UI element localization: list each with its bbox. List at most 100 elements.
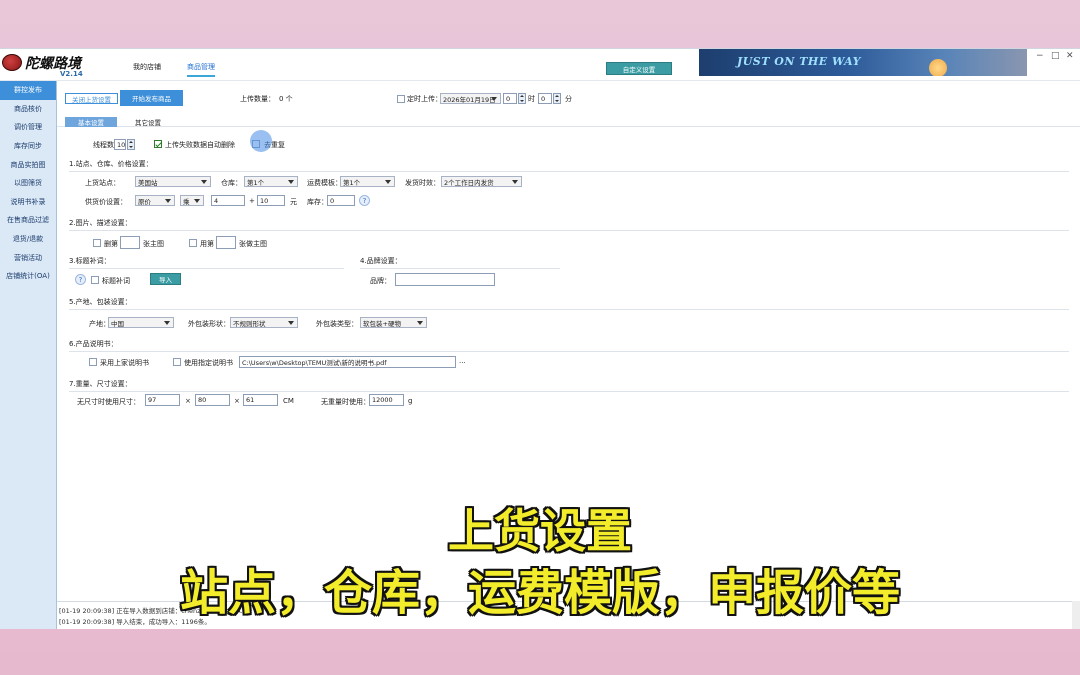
weight-unit: g [408,397,413,405]
section-divider [69,309,1069,310]
no-size-label: 无尺寸时使用尺寸： [77,398,140,406]
app-version: V2.14 [60,70,83,78]
use-store-manual-checkbox[interactable] [89,358,97,366]
warehouse-select[interactable]: 第1个 [244,176,298,187]
section-site-warehouse-price-title: 1.站点、仓库、价格设置： [69,160,153,168]
section-divider [69,268,344,269]
moon-icon [929,59,947,76]
use-main-image-checkbox[interactable] [189,239,197,247]
brand-input[interactable] [395,273,495,286]
subtab-basic[interactable]: 基本设置 [65,117,117,127]
price-base-select[interactable]: 原价 [135,195,175,206]
section-image-description-title: 2.图片、描述设置： [69,219,132,227]
width-input[interactable]: 80 [195,394,230,406]
sidebar-item-price-check[interactable]: 商品核价 [0,100,56,119]
delete-main-image-suffix: 张主图 [143,240,164,248]
times-sign: × [185,397,191,405]
use-store-manual-label: 采用上家说明书 [100,359,149,367]
sidebar-item-product-photos[interactable]: 商品实拍图 [0,155,56,174]
title-supplement-label: 标题补词 [102,277,130,285]
thread-count-input[interactable]: 10 [114,139,126,150]
price-setting-label: 供货价设置： [85,198,127,206]
weight-input[interactable]: 12000 [369,394,404,406]
package-type-label: 外包装类型： [316,320,358,328]
sidebar-item-store-stats[interactable]: 店铺统计(OA) [0,267,56,286]
caption-line-1: 上货设置 [448,504,632,558]
sidebar-item-group-publish[interactable]: 群控发布 [0,81,56,100]
minute-input[interactable]: 0 [538,93,552,104]
manual-file-path-input[interactable]: C:\Users\w\Desktop\TEMU测试\新的说明书.pdf [239,356,456,368]
ship-time-select[interactable]: 2个工作日内发货 [441,176,522,187]
tab-my-store[interactable]: 我的店铺 [133,62,161,72]
section-brand-title: 4.品牌设置： [360,257,402,265]
subtab-bar: 基本设置 其它设置 [57,117,1080,127]
package-shape-select[interactable]: 不规则形状 [230,317,298,328]
stock-input[interactable]: 0 [327,195,355,206]
shipping-template-select[interactable]: 第1个 [340,176,395,187]
use-specified-manual-checkbox[interactable] [173,358,181,366]
site-label: 上货站点： [85,179,120,187]
help-icon[interactable]: ? [75,274,86,285]
sidebar-item-stock-sync[interactable]: 库存同步 [0,137,56,156]
price-multiplier-input[interactable]: 4 [211,195,245,206]
logo-icon [2,54,22,71]
package-type-select[interactable]: 软包装+硬物 [360,317,427,328]
site-select[interactable]: 美国站 [135,176,211,187]
tab-product-management[interactable]: 商品管理 [187,62,215,77]
custom-settings-button[interactable]: 自定义设置 [606,62,672,75]
thread-count-stepper[interactable] [127,139,135,150]
delete-main-image-checkbox[interactable] [93,239,101,247]
section-manual-title: 6.产品说明书： [69,340,118,348]
auto-delete-failed-checkbox[interactable] [154,140,162,148]
sidebar-item-price-adjust[interactable]: 调价管理 [0,118,56,137]
currency-unit: 元 [290,198,297,206]
import-button[interactable]: 导入 [150,273,181,285]
times-sign: × [234,397,240,405]
hour-stepper[interactable] [518,93,526,104]
section-divider [69,230,1069,231]
banner-image: JUST ON THE WAY [699,49,1027,76]
start-publish-button[interactable]: 开始发布商品 [120,90,183,106]
package-shape-label: 外包装形状： [188,320,230,328]
sidebar-item-image-filter[interactable]: 以图筛货 [0,174,56,193]
sidebar-item-manual-entry[interactable]: 说明书补录 [0,193,56,212]
app-header: 陀螺路境 V2.14 我的店铺 商品管理 自定义设置 JUST ON THE W… [0,49,1080,81]
price-operator-select[interactable]: 乘 [180,195,204,206]
hour-unit: 时 [528,95,535,103]
close-upload-settings-button[interactable]: 关闭上货设置 [65,93,118,104]
caption-line-2: 站点，仓库，运费模版，申报价等 [179,565,900,621]
scheduled-upload-checkbox[interactable] [397,95,405,103]
section-divider [69,351,1069,352]
origin-label: 产地： [89,320,110,328]
minute-stepper[interactable] [553,93,561,104]
sidebar-item-returns[interactable]: 退货/退款 [0,230,56,249]
price-addend-input[interactable]: 10 [257,195,285,206]
minimize-icon[interactable]: − [1036,51,1044,61]
subtab-other[interactable]: 其它设置 [125,117,171,127]
title-supplement-checkbox[interactable] [91,276,99,284]
ship-time-label: 发货时效： [405,179,440,187]
use-specified-manual-label: 使用指定说明书 [184,359,233,367]
sidebar-item-onsale-filter[interactable]: 在售商品过滤 [0,211,56,230]
sidebar-item-marketing[interactable]: 营销活动 [0,248,56,267]
origin-select[interactable]: 中国 [108,317,174,328]
use-main-image-label: 用第 [200,240,214,248]
browse-button[interactable]: ... [459,357,466,365]
delete-main-image-label: 删第 [104,240,118,248]
size-unit: CM [283,397,294,405]
help-icon[interactable]: ? [359,195,370,206]
use-main-image-suffix: 张做主图 [239,240,267,248]
upload-count-value: 0 个 [279,95,293,103]
maximize-icon[interactable]: □ [1051,51,1060,61]
minute-unit: 分 [565,95,572,103]
section-origin-packaging-title: 5.产地、包装设置： [69,298,132,306]
close-icon[interactable]: ✕ [1066,51,1074,61]
scheduled-date-picker[interactable]: 2026年01月19日 [440,93,501,104]
hour-input[interactable]: 0 [503,93,517,104]
delete-main-image-input[interactable] [120,236,140,249]
plus-sign: + [249,197,255,205]
length-input[interactable]: 97 [145,394,180,406]
cursor-highlight [250,130,272,152]
height-input[interactable]: 61 [243,394,278,406]
use-main-image-input[interactable] [216,236,236,249]
